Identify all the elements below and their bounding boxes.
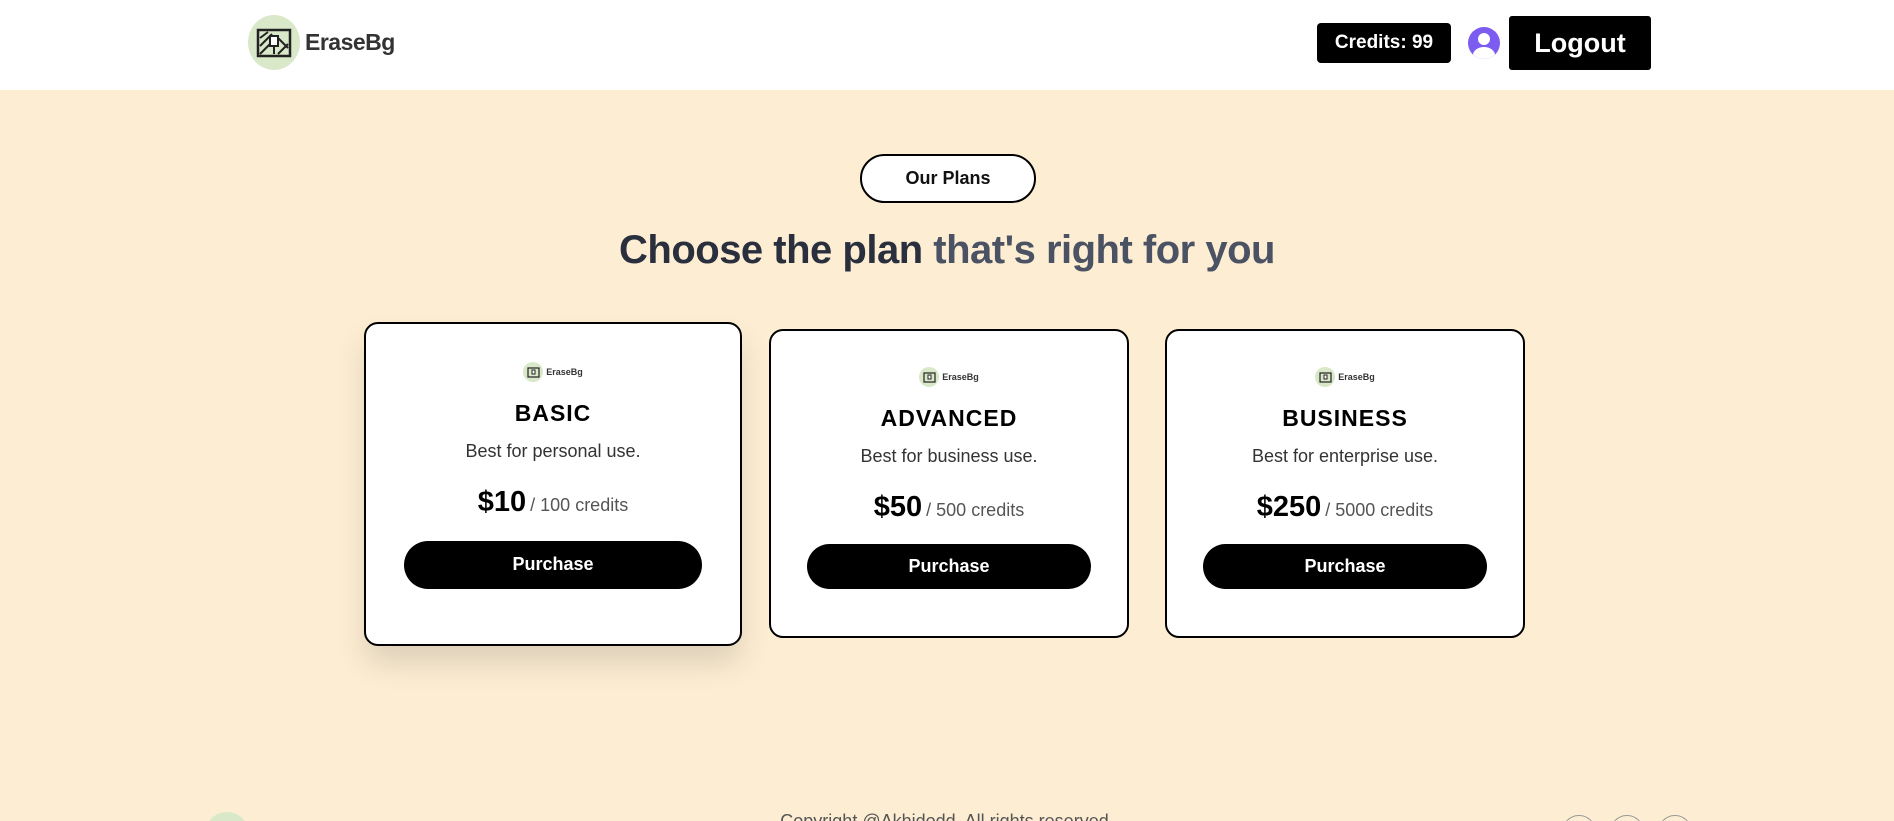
brand-logo-icon <box>248 15 300 70</box>
card-brand-logo: EraseBg <box>1315 367 1375 387</box>
plan-name: BUSINESS <box>1282 404 1408 431</box>
top-navbar: EraseBg Credits: 99 Logout <box>0 0 1894 90</box>
heading-part-1: Choose the plan <box>619 228 923 272</box>
brand-logo[interactable]: EraseBg <box>248 15 395 70</box>
plan-name: ADVANCED <box>880 404 1018 431</box>
user-avatar-icon[interactable] <box>1468 27 1500 59</box>
plan-card-business: EraseBg BUSINESS Best for enterprise use… <box>1165 329 1525 638</box>
plan-card-basic: EraseBg BASIC Best for personal use. $10… <box>364 322 742 646</box>
brand-logo-icon <box>1315 367 1336 387</box>
purchase-button-advanced[interactable]: Purchase <box>807 543 1091 589</box>
plan-price: $10 <box>477 485 527 518</box>
purchase-button-basic[interactable]: Purchase <box>404 540 702 589</box>
brand-logo-icon <box>523 362 544 382</box>
card-brand-logo: EraseBg <box>523 362 583 382</box>
brand-logo-icon <box>919 367 940 387</box>
brand-name: EraseBg <box>305 29 395 55</box>
purchase-button-business[interactable]: Purchase <box>1203 543 1487 589</box>
card-brand-logo: EraseBg <box>919 367 979 387</box>
plan-price: $50 <box>873 490 923 523</box>
plan-description: Best for personal use. <box>465 440 641 461</box>
plan-credits: / 100 credits <box>530 494 629 515</box>
plan-price-row: $50/ 500 credits <box>771 491 1127 524</box>
plan-description: Best for business use. <box>860 445 1038 466</box>
our-plans-pill: Our Plans <box>860 154 1036 203</box>
plan-credits: / 5000 credits <box>1325 499 1434 520</box>
plan-name: BASIC <box>514 399 592 426</box>
plan-description: Best for enterprise use. <box>1251 445 1439 466</box>
card-brand-name: EraseBg <box>1338 372 1375 382</box>
credits-badge[interactable]: Credits: 99 <box>1317 23 1451 63</box>
logout-button[interactable]: Logout <box>1509 16 1651 70</box>
card-brand-name: EraseBg <box>546 367 583 377</box>
plan-price: $250 <box>1256 490 1322 523</box>
plan-card-advanced: EraseBg ADVANCED Best for business use. … <box>769 329 1129 638</box>
plan-credits: / 500 credits <box>926 499 1025 520</box>
plan-price-row: $10/ 100 credits <box>366 486 740 519</box>
footer-copyright: Copyright @Akhidodd. All rights reserved… <box>780 811 1114 821</box>
page-heading: Choose the plan that's right for you <box>0 228 1894 273</box>
plan-price-row: $250/ 5000 credits <box>1167 491 1523 524</box>
card-brand-name: EraseBg <box>942 372 979 382</box>
heading-part-2: that's right for you <box>922 228 1275 272</box>
